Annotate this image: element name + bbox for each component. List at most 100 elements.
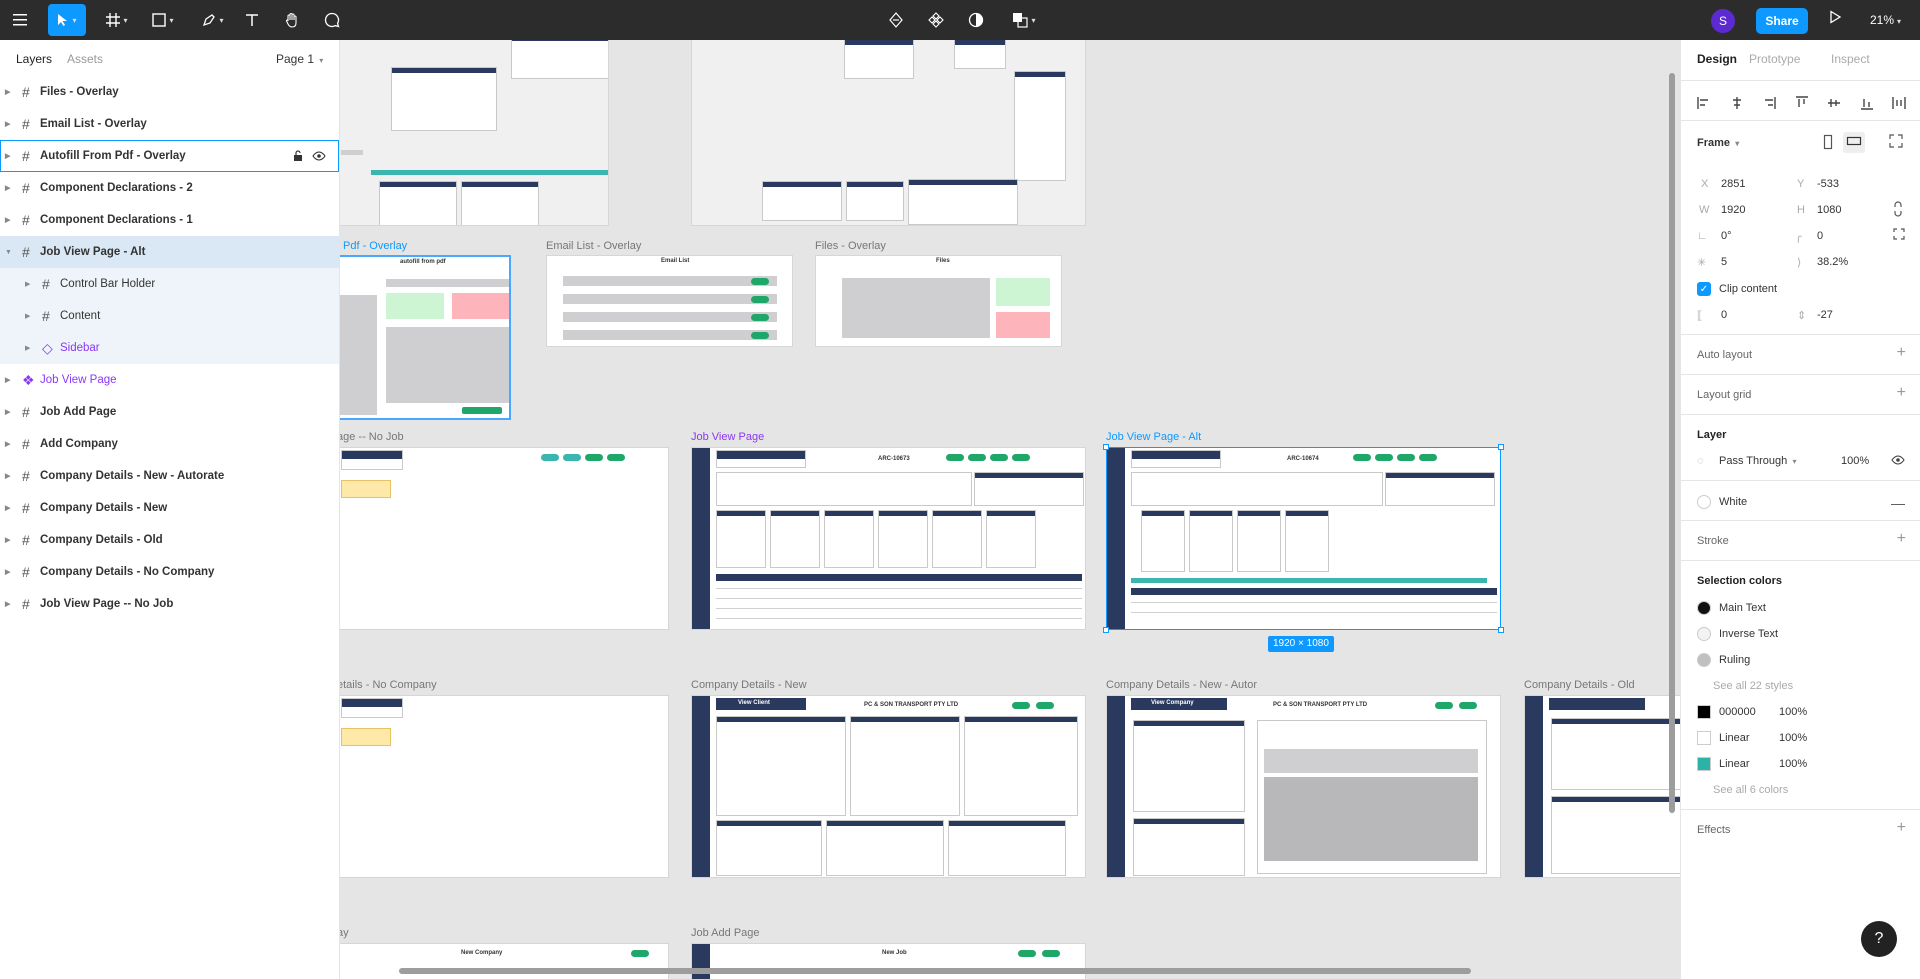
tab-assets[interactable]: Assets (67, 52, 103, 66)
expand-arrow-icon[interactable]: ▶ (5, 536, 10, 544)
frame-label-compnew[interactable]: Company Details - New (691, 679, 807, 691)
job-view-frame[interactable]: ARC-10673 (691, 447, 1086, 630)
files-overlay-frame[interactable]: Files (815, 255, 1062, 347)
expand-arrow-icon[interactable]: ▶ (25, 312, 30, 320)
style-name[interactable]: Main Text (1719, 602, 1766, 614)
email-list-overlay-frame[interactable]: Email List (546, 255, 793, 347)
constrain-proportions-icon[interactable] (1893, 201, 1903, 220)
selection-handle[interactable] (1498, 444, 1504, 450)
selection-handle[interactable] (1103, 627, 1109, 633)
add-effect-icon[interactable]: + (1897, 819, 1906, 837)
frame-label-files[interactable]: Files - Overlay (815, 240, 886, 252)
layer-row[interactable]: ▶ # Company Details - New - Autorate (0, 460, 339, 492)
distribute-icon[interactable] (1892, 96, 1906, 113)
job-view-no-job-frame[interactable] (340, 447, 669, 630)
layer-row[interactable]: ▶ # Files - Overlay (0, 76, 339, 108)
frame-label-autofill[interactable]: Pdf - Overlay (343, 240, 407, 252)
component-declarations-frame-1[interactable] (340, 40, 609, 226)
layer-row[interactable]: ▶ ◇ Sidebar (0, 332, 339, 364)
expand-arrow-icon[interactable]: ▶ (5, 504, 10, 512)
canvas[interactable]: Pdf - Overlay autofill from pdf Email Li… (340, 40, 1680, 979)
update-component-icon[interactable] (886, 4, 906, 36)
color-name[interactable]: Linear (1719, 732, 1750, 744)
frame-label-nojob[interactable]: age -- No Job (340, 431, 404, 443)
expand-arrow-icon[interactable]: ▶ (5, 216, 10, 224)
align-bottom-icon[interactable] (1860, 96, 1874, 113)
tab-prototype[interactable]: Prototype (1749, 52, 1800, 66)
portrait-icon[interactable] (1821, 134, 1835, 153)
job-view-alt-frame[interactable]: ARC-10674 (1106, 447, 1501, 630)
add-stroke-icon[interactable]: + (1897, 530, 1906, 548)
color-opacity[interactable]: 100% (1779, 732, 1807, 744)
layer-row[interactable]: ▶ # Company Details - New (0, 492, 339, 524)
color-opacity[interactable]: 100% (1779, 758, 1807, 770)
page-selector[interactable]: Page 1 ▾ (276, 52, 323, 66)
clip-content-checkbox[interactable]: ✓ (1697, 282, 1711, 296)
layer-row[interactable]: ▶ # Email List - Overlay (0, 108, 339, 140)
align-right-icon[interactable] (1762, 96, 1776, 113)
layer-row[interactable]: ▼ # Job View Page - Alt (0, 236, 339, 268)
zoom-dropdown[interactable]: 21% ▾ (1870, 13, 1901, 27)
frame-label-nocompany[interactable]: etails - No Company (340, 679, 437, 691)
boolean-ops-icon[interactable]: ▾ (1006, 4, 1042, 36)
vertical-scrollbar[interactable] (1669, 73, 1675, 813)
text-tool-icon[interactable] (242, 4, 262, 36)
frame-label-jobadd[interactable]: Job Add Page (691, 927, 760, 939)
count-input[interactable]: 5 (1721, 256, 1727, 268)
w-input[interactable]: 1920 (1721, 204, 1745, 216)
add-layout-grid-icon[interactable]: + (1897, 384, 1906, 402)
style-swatch[interactable] (1697, 601, 1711, 615)
layer-opacity-input[interactable]: 100% (1841, 455, 1869, 467)
color-swatch[interactable] (1697, 757, 1711, 771)
hand-tool-icon[interactable] (282, 4, 302, 36)
align-left-icon[interactable] (1697, 96, 1711, 113)
expand-arrow-icon[interactable]: ▶ (25, 280, 30, 288)
component-icon[interactable] (926, 4, 946, 36)
expand-arrow-icon[interactable]: ▶ (5, 600, 10, 608)
layer-row[interactable]: ▶ # Autofill From Pdf - Overlay (0, 140, 339, 172)
tab-inspect[interactable]: Inspect (1831, 52, 1870, 66)
expand-arrow-icon[interactable]: ▶ (5, 88, 10, 96)
layer-row[interactable]: ▶ # Job View Page -- No Job (0, 588, 339, 620)
expand-arrow-icon[interactable]: ▶ (5, 120, 10, 128)
eye-icon[interactable] (312, 150, 326, 165)
layer-row[interactable]: ▶ ❖ Job View Page (0, 364, 339, 396)
shape-tool-icon[interactable]: ▾ (146, 4, 180, 36)
pen-tool-icon[interactable]: ▾ (196, 4, 230, 36)
landscape-icon[interactable] (1843, 132, 1865, 153)
style-name[interactable]: Inverse Text (1719, 628, 1778, 640)
expand-arrow-icon[interactable]: ▶ (25, 344, 30, 352)
company-old-frame[interactable] (1524, 695, 1680, 878)
spacing-b-input[interactable]: -27 (1817, 309, 1833, 321)
style-name[interactable]: Ruling (1719, 654, 1750, 666)
frame-tool-icon[interactable]: ▾ (100, 4, 134, 36)
expand-arrow-icon[interactable]: ▶ (5, 472, 10, 480)
frame-label-jobview-alt[interactable]: Job View Page - Alt (1106, 431, 1201, 443)
horizontal-scrollbar[interactable] (399, 968, 1471, 974)
selection-handle[interactable] (1103, 444, 1109, 450)
color-name[interactable]: 000000 (1719, 706, 1756, 718)
radius-input[interactable]: 0 (1817, 230, 1823, 242)
rotation-input[interactable]: 0° (1721, 230, 1732, 242)
frame-label-jobview[interactable]: Job View Page (691, 431, 764, 443)
expand-arrow-icon[interactable]: ▶ (5, 184, 10, 192)
layer-row[interactable]: ▶ # Company Details - No Company (0, 556, 339, 588)
align-top-icon[interactable] (1795, 96, 1809, 113)
fill-swatch[interactable] (1697, 495, 1711, 509)
present-play-icon[interactable] (1828, 10, 1842, 27)
layer-row[interactable]: ▶ # Content (0, 300, 339, 332)
style-swatch[interactable] (1697, 627, 1711, 641)
tab-layers[interactable]: Layers (16, 52, 52, 66)
independent-corners-icon[interactable] (1893, 228, 1905, 243)
add-auto-layout-icon[interactable]: + (1897, 344, 1906, 362)
layer-row[interactable]: ▶ # Control Bar Holder (0, 268, 339, 300)
collapse-arrow-icon[interactable]: ▼ (5, 249, 12, 256)
h-input[interactable]: 1080 (1817, 204, 1841, 216)
autofill-overlay-frame[interactable]: autofill from pdf (340, 255, 511, 420)
avatar[interactable]: S (1711, 9, 1735, 33)
lock-icon[interactable] (293, 150, 303, 165)
eye-icon[interactable] (1891, 454, 1905, 469)
expand-arrow-icon[interactable]: ▶ (5, 568, 10, 576)
help-button[interactable]: ? (1861, 921, 1897, 957)
expand-arrow-icon[interactable]: ▶ (5, 408, 10, 416)
